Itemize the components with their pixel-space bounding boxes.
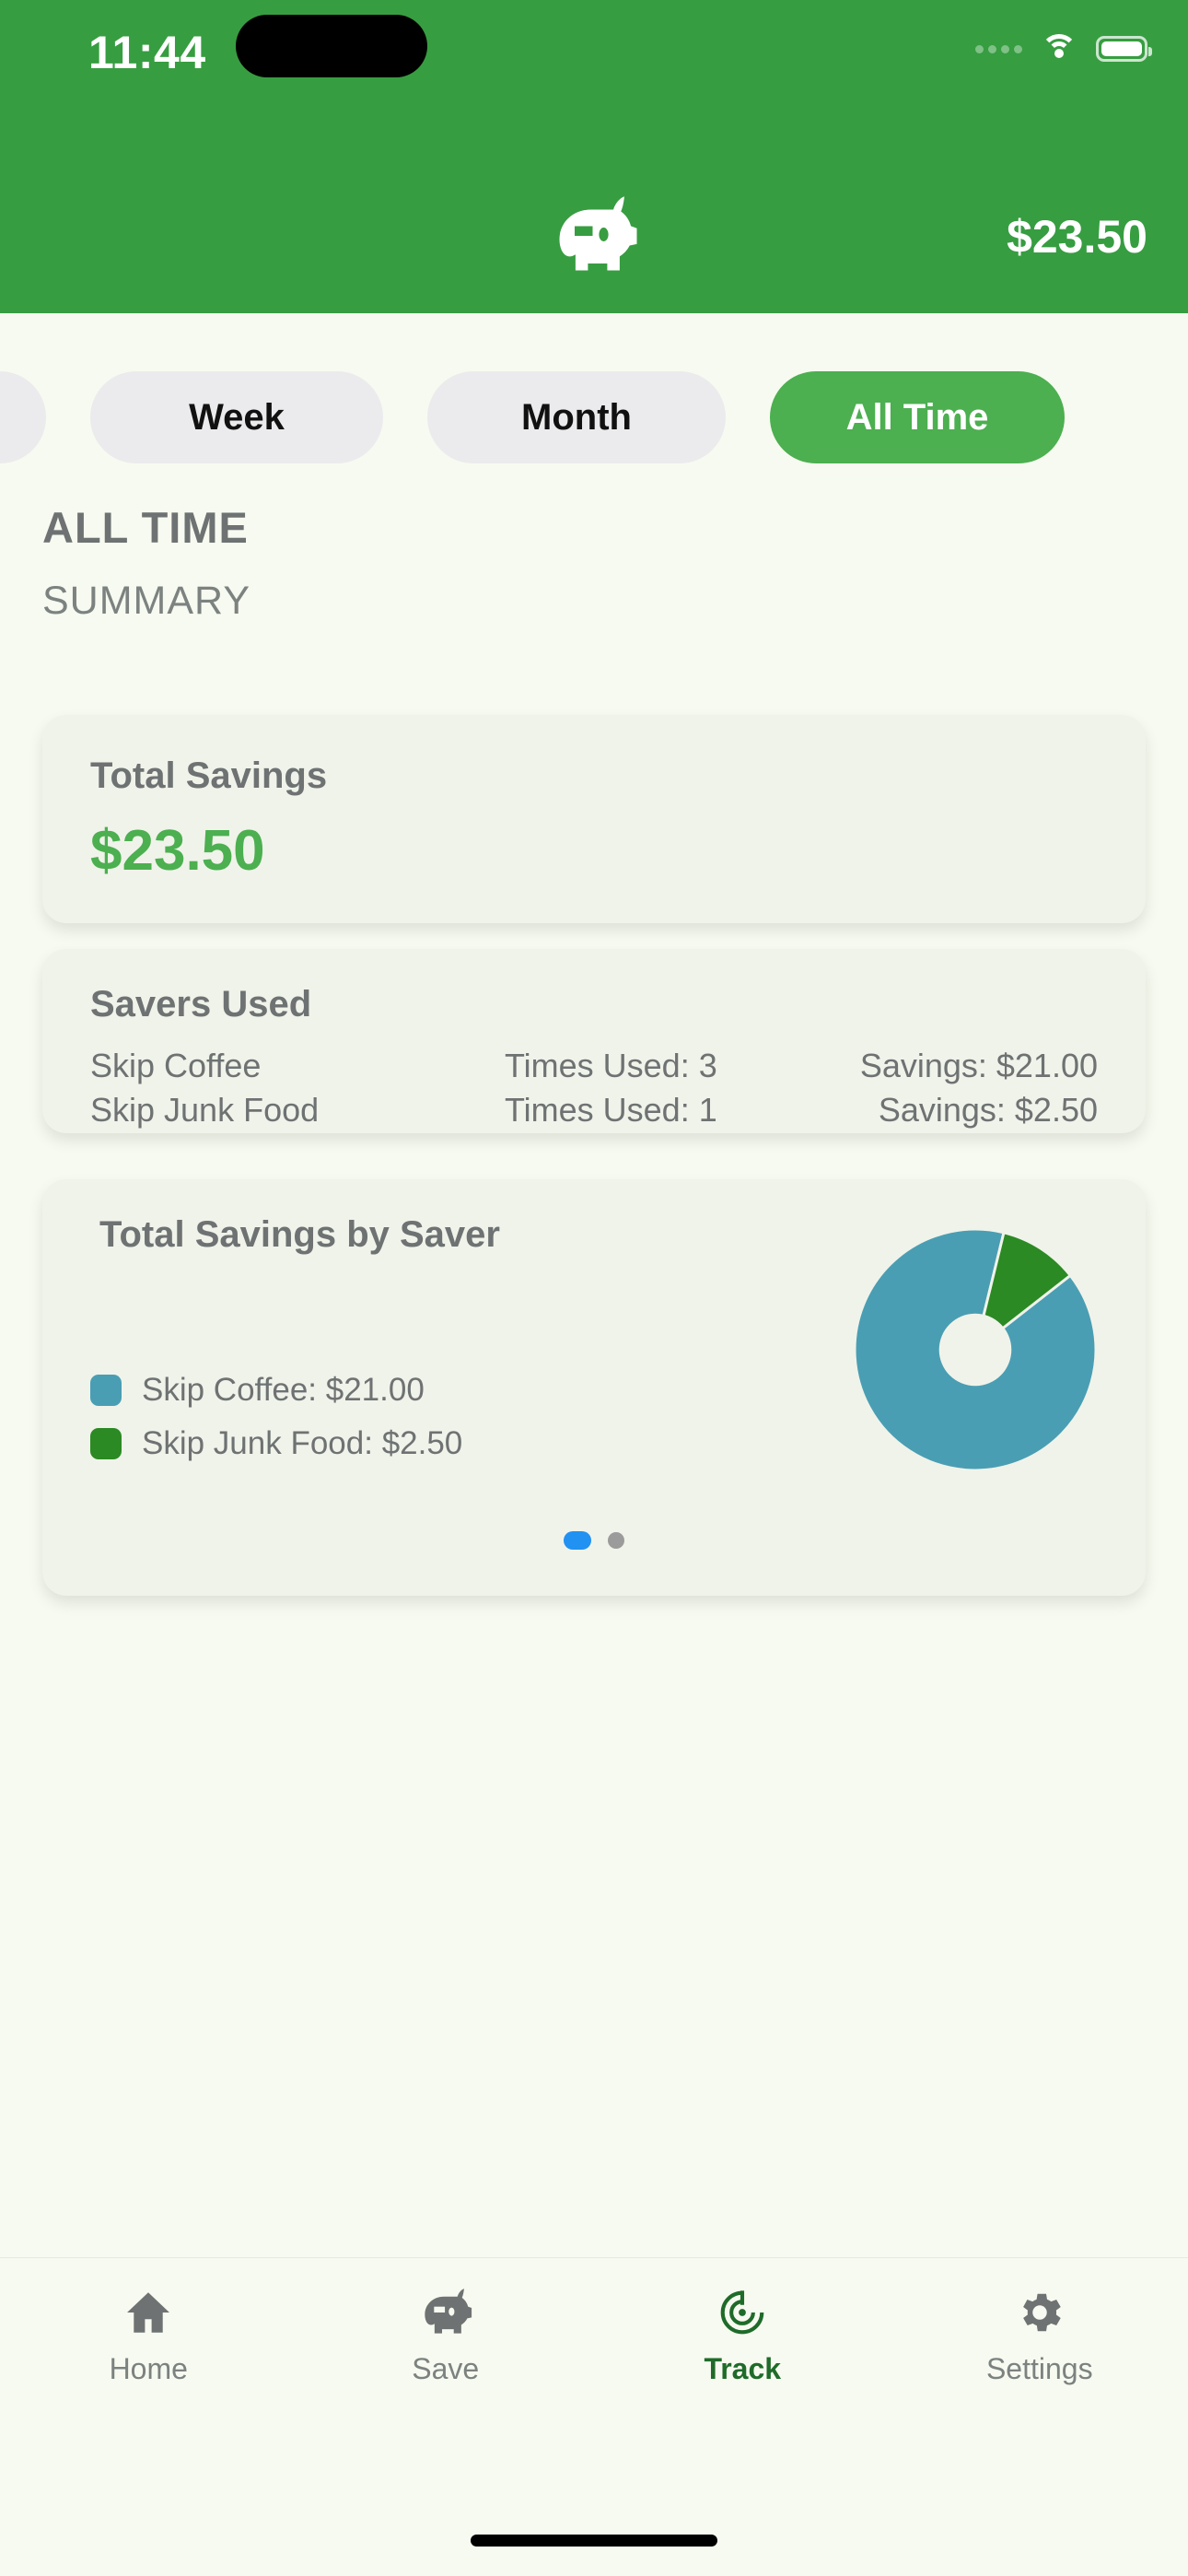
section-subtitle: SUMMARY (42, 579, 251, 623)
saver-times-used: Times Used: 1 (505, 1091, 717, 1129)
savers-used-title: Savers Used (90, 984, 312, 1025)
savers-used-card: Savers Used Skip Coffee Times Used: 3 Sa… (42, 949, 1146, 1133)
legend-swatch (90, 1375, 122, 1406)
signal-dots-icon (975, 44, 1022, 53)
dynamic-island (236, 15, 427, 77)
saver-name: Skip Coffee (90, 1047, 262, 1084)
wifi-icon (1039, 34, 1079, 64)
saver-times-used: Times Used: 3 (505, 1047, 717, 1084)
home-icon (127, 2292, 170, 2333)
total-savings-amount: $23.50 (90, 819, 265, 883)
nav-tab-save[interactable]: Save (297, 2286, 595, 2386)
total-savings-title: Total Savings (90, 755, 328, 796)
legend-label: Skip Coffee: $21.00 (142, 1372, 425, 1408)
period-tab-month[interactable]: Month (427, 371, 726, 463)
piggy-bank-icon (559, 196, 637, 271)
period-tab-week[interactable]: Week (90, 371, 383, 463)
battery-icon (1096, 36, 1152, 62)
header-balance: $23.50 (1007, 211, 1147, 263)
legend-swatch (90, 1428, 122, 1459)
donut-chart-svg (853, 1227, 1098, 1472)
donut-chart[interactable] (851, 1225, 1100, 1474)
piggy-bank-icon (425, 2289, 472, 2334)
saver-savings: Savings: $2.50 (878, 1091, 1098, 1129)
legend-item: Skip Coffee: $21.00 (90, 1364, 462, 1417)
scroll-content: Week Month All Time ALL TIME SUMMARY Tot… (0, 313, 1188, 2257)
legend-item: Skip Junk Food: $2.50 (90, 1417, 462, 1470)
period-selector: Week Month All Time (0, 367, 1188, 468)
bottom-navigation: Home Save Track Settings (0, 2257, 1188, 2576)
gear-icon (1022, 2293, 1061, 2332)
saver-row[interactable]: Skip Coffee Times Used: 3 Savings: $21.0… (90, 1043, 1098, 1089)
nav-tab-home[interactable]: Home (0, 2286, 297, 2386)
nav-label-save: Save (412, 2352, 480, 2385)
chart-title: Total Savings by Saver (99, 1214, 500, 1255)
nav-tab-settings[interactable]: Settings (891, 2286, 1188, 2386)
period-tab-all-time[interactable]: All Time (770, 371, 1065, 463)
savings-by-saver-chart-card: Total Savings by Saver Skip Coffee: $21.… (42, 1179, 1146, 1596)
chart-legend: Skip Coffee: $21.00 Skip Junk Food: $2.5… (90, 1364, 462, 1470)
nav-label-settings: Settings (985, 2352, 1093, 2385)
saver-row[interactable]: Skip Junk Food Times Used: 1 Savings: $2… (90, 1087, 1098, 1133)
period-tab-partial[interactable] (0, 371, 46, 463)
section-title: ALL TIME (42, 503, 249, 552)
saver-savings: Savings: $21.00 (859, 1047, 1098, 1084)
legend-label: Skip Junk Food: $2.50 (142, 1425, 463, 1461)
nav-label-home: Home (109, 2352, 188, 2385)
pagination-dot[interactable] (608, 1532, 624, 1549)
saver-name: Skip Junk Food (90, 1091, 320, 1129)
status-bar: 11:44 (0, 0, 1188, 175)
chart-pagination[interactable] (42, 1531, 1146, 1550)
donut-hole (938, 1313, 1012, 1387)
nav-tab-track[interactable]: Track (594, 2286, 891, 2386)
app-header: $23.50 (0, 175, 1188, 313)
status-bar-indicators (975, 28, 1152, 70)
nav-label-track: Track (704, 2352, 782, 2385)
pagination-dot-active[interactable] (564, 1531, 591, 1550)
total-savings-card: Total Savings $23.50 (42, 715, 1146, 923)
target-icon (720, 2290, 764, 2335)
home-indicator (471, 2535, 717, 2547)
